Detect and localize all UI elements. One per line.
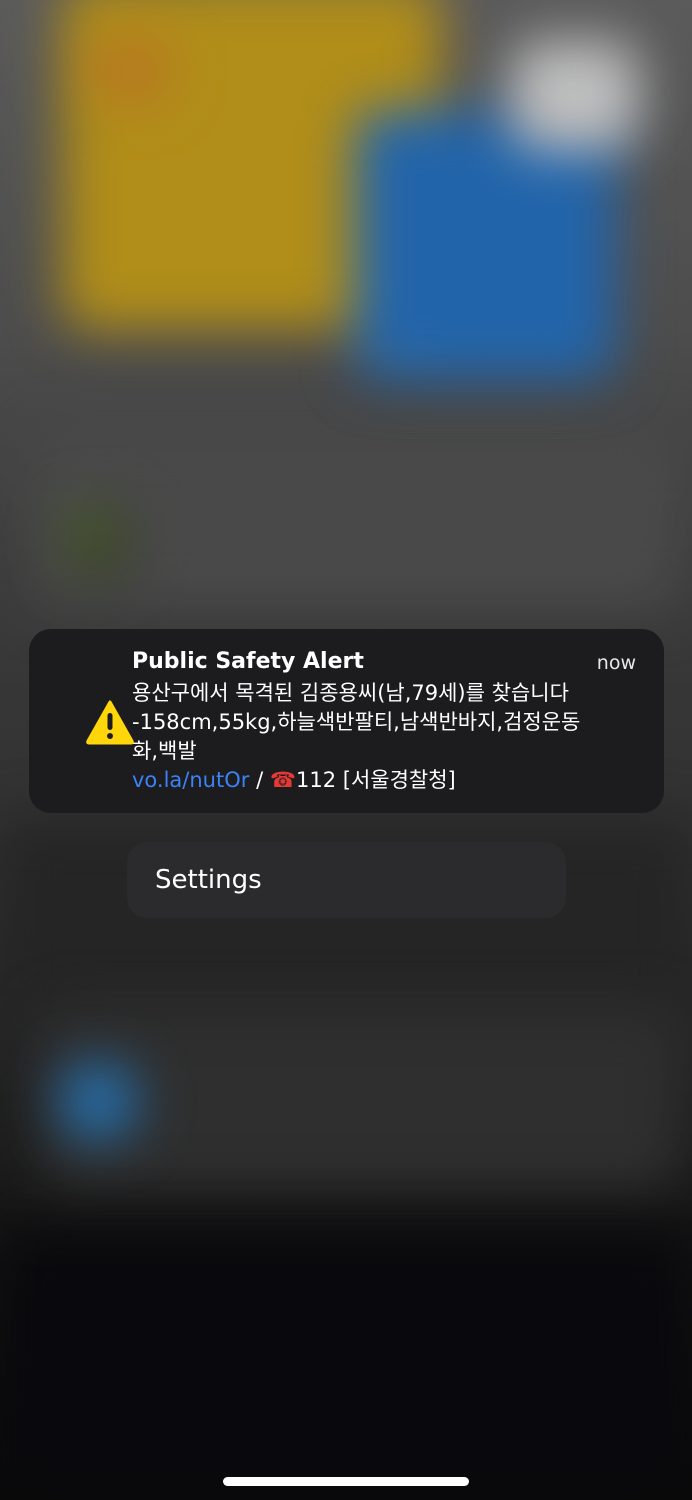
notification-timestamp: now xyxy=(596,652,636,674)
notification-body-line: 화,백발 xyxy=(132,739,197,763)
settings-label: Settings xyxy=(155,865,262,895)
short-url-link[interactable]: vo.la/nutOr xyxy=(132,768,249,792)
alert-source: [서울경찰청] xyxy=(336,768,456,792)
settings-menu-item[interactable]: Settings xyxy=(127,842,566,918)
notification-body-line: 용산구에서 목격된 김종용씨(남,79세)를 찾습니다 xyxy=(132,681,569,705)
separator-text: / xyxy=(249,768,270,792)
home-indicator[interactable] xyxy=(223,1477,469,1486)
notification-title: Public Safety Alert xyxy=(132,649,364,674)
phone-number[interactable]: 112 xyxy=(296,768,336,792)
telephone-icon: ☎ xyxy=(269,768,296,792)
notification-body-line: -158cm,55kg,하늘색반팔티,남색반바지,검정운동 xyxy=(132,710,581,734)
notification-body: 용산구에서 목격된 김종용씨(남,79세)를 찾습니다 -158cm,55kg,… xyxy=(132,679,642,795)
public-safety-alert-notification[interactable]: Public Safety Alert now 용산구에서 목격된 김종용씨(남… xyxy=(29,629,664,813)
notification-contact-line: vo.la/nutOr / ☎112 [서울경찰청] xyxy=(132,766,642,795)
warning-triangle-icon xyxy=(86,700,134,745)
notification-header: Public Safety Alert now xyxy=(132,649,636,679)
